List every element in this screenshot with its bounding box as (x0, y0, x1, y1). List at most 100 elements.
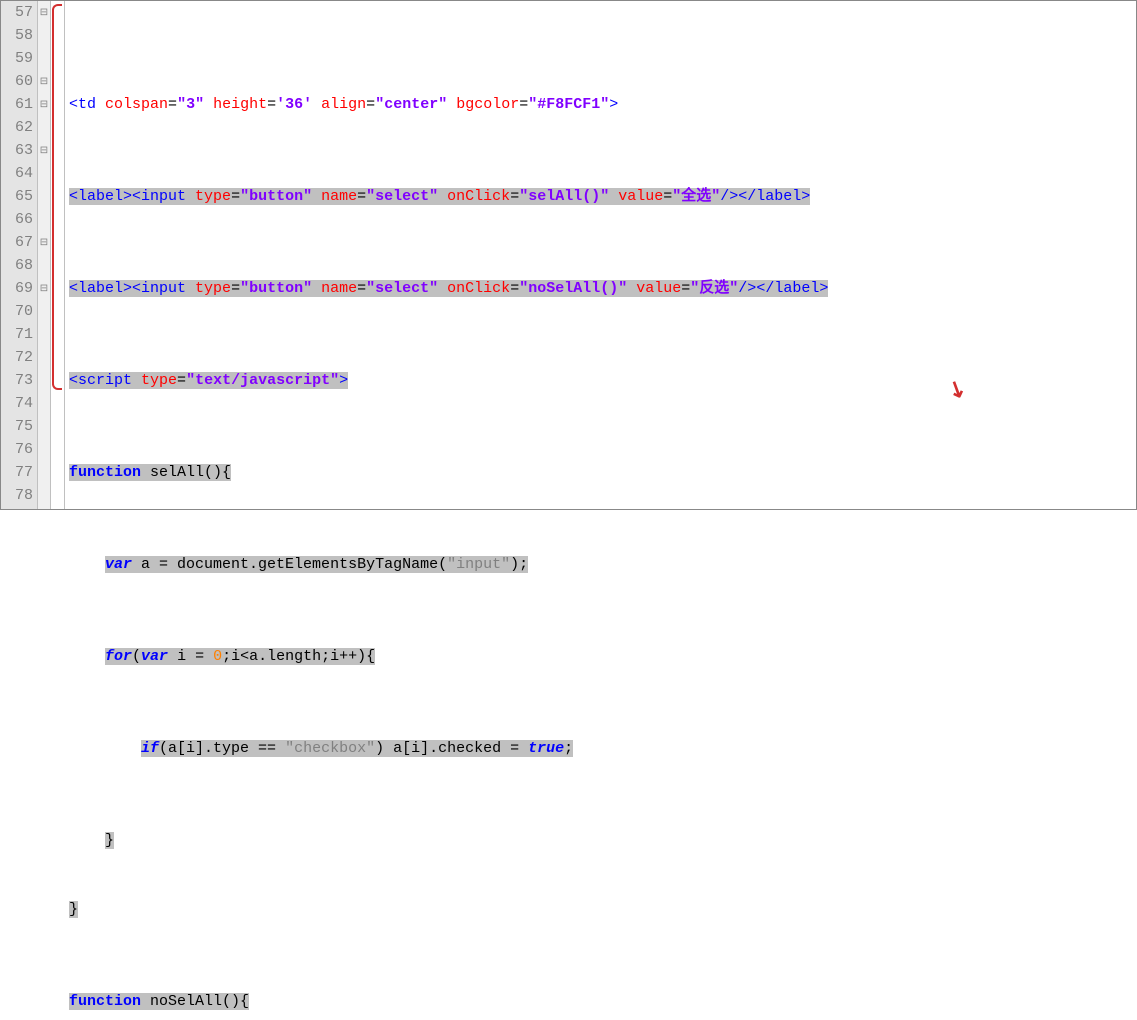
code-line[interactable]: for(var i = 0;i<a.length;i++){ (69, 645, 1136, 668)
string-token: "checkbox" (285, 740, 375, 757)
string-token: "center" (375, 96, 447, 113)
line-number: 72 (1, 346, 33, 369)
code-text: ; (564, 740, 573, 757)
attr-token: value (636, 280, 681, 297)
attr-token: name (321, 280, 357, 297)
code-text: } (69, 901, 78, 918)
code-line[interactable]: } (69, 898, 1136, 921)
line-number: 71 (1, 323, 33, 346)
fold-toggle[interactable]: ⊟ (38, 231, 50, 254)
fold-guide (38, 415, 50, 438)
string-token: "noSelAll()" (519, 280, 627, 297)
fold-toggle[interactable]: ⊟ (38, 139, 50, 162)
tag-token: <label> (69, 188, 132, 205)
attr-token: onClick (447, 280, 510, 297)
attr-token: type (141, 372, 177, 389)
tag-token: <label> (69, 280, 132, 297)
tag-token: </label> (738, 188, 810, 205)
tag-token: <input (132, 188, 186, 205)
tag-token: /> (720, 188, 738, 205)
fold-guide (38, 254, 50, 277)
tag-token: > (609, 96, 618, 113)
fold-guide (38, 369, 50, 392)
string-token: "#F8FCF1" (528, 96, 609, 113)
string-token: "text/javascript" (186, 372, 339, 389)
attr-token: type (195, 280, 231, 297)
string-token: "全选" (672, 188, 720, 205)
string-token: "select" (366, 280, 438, 297)
string-token: "button" (240, 188, 312, 205)
attr-token: type (195, 188, 231, 205)
line-number: 58 (1, 24, 33, 47)
line-number: 60 (1, 70, 33, 93)
fold-guide (38, 185, 50, 208)
fold-toggle[interactable]: ⊟ (38, 70, 50, 93)
code-editor[interactable]: 57 58 59 60 61 62 63 64 65 66 67 68 69 7… (0, 0, 1137, 510)
code-line[interactable]: <label><input type="button" name="select… (69, 277, 1136, 300)
code-text: ) a[i].checked = (375, 740, 528, 757)
string-token: "select" (366, 188, 438, 205)
fold-guide (38, 346, 50, 369)
code-text: ); (510, 556, 528, 573)
line-number: 57 (1, 1, 33, 24)
line-number: 61 (1, 93, 33, 116)
attr-token: align (321, 96, 366, 113)
annotation-margin (51, 1, 65, 509)
line-number: 77 (1, 461, 33, 484)
keyword-token: var (105, 556, 132, 573)
line-number: 64 (1, 162, 33, 185)
string-token: "3" (177, 96, 204, 113)
line-number: 75 (1, 415, 33, 438)
line-number: 70 (1, 300, 33, 323)
fold-guide (38, 323, 50, 346)
string-token: "input" (447, 556, 510, 573)
code-line[interactable]: function noSelAll(){ (69, 990, 1136, 1013)
code-text: a = document.getElementsByTagName( (132, 556, 447, 573)
line-number: 66 (1, 208, 33, 231)
fold-column[interactable]: ⊟ ⊟ ⊟ ⊟ ⊟ ⊟ (37, 1, 51, 509)
fold-guide (38, 162, 50, 185)
code-text: ;i<a.length;i++){ (222, 648, 375, 665)
fold-guide (38, 300, 50, 323)
code-text: ( (132, 648, 141, 665)
line-number: 62 (1, 116, 33, 139)
tag-token: <td (69, 96, 96, 113)
code-line[interactable]: <label><input type="button" name="select… (69, 185, 1136, 208)
string-token: "selAll()" (519, 188, 609, 205)
attr-token: onClick (447, 188, 510, 205)
code-line[interactable]: <td colspan="3" height='36' align="cente… (69, 93, 1136, 116)
line-number-gutter: 57 58 59 60 61 62 63 64 65 66 67 68 69 7… (1, 1, 37, 509)
code-line[interactable]: } (69, 829, 1136, 852)
line-number: 73 (1, 369, 33, 392)
code-line[interactable]: function selAll(){ (69, 461, 1136, 484)
code-line[interactable]: <script type="text/javascript"> (69, 369, 1136, 392)
tag-token: > (339, 372, 348, 389)
fold-guide (38, 208, 50, 231)
line-number: 68 (1, 254, 33, 277)
fold-guide (38, 484, 50, 507)
string-token: "button" (240, 280, 312, 297)
string-token: "反选" (690, 280, 738, 297)
fold-toggle[interactable]: ⊟ (38, 1, 50, 24)
fold-toggle[interactable]: ⊟ (38, 93, 50, 116)
fold-guide (38, 47, 50, 70)
tag-token: <input (132, 280, 186, 297)
line-number: 78 (1, 484, 33, 507)
tag-token: </label> (756, 280, 828, 297)
line-number: 65 (1, 185, 33, 208)
code-text: i = (168, 648, 213, 665)
fold-guide (38, 116, 50, 139)
attr-token: bgcolor (456, 96, 519, 113)
code-area[interactable]: <td colspan="3" height='36' align="cente… (65, 1, 1136, 509)
code-line[interactable]: var a = document.getElementsByTagName("i… (69, 553, 1136, 576)
code-line[interactable]: if(a[i].type == "checkbox") a[i].checked… (69, 737, 1136, 760)
bool-token: true (528, 740, 564, 757)
keyword-token: var (141, 648, 168, 665)
number-token: 0 (213, 648, 222, 665)
fold-guide (38, 24, 50, 47)
fold-toggle[interactable]: ⊟ (38, 277, 50, 300)
brace-annotation-icon (52, 4, 62, 390)
fold-guide (38, 438, 50, 461)
line-number: 74 (1, 392, 33, 415)
line-number: 67 (1, 231, 33, 254)
